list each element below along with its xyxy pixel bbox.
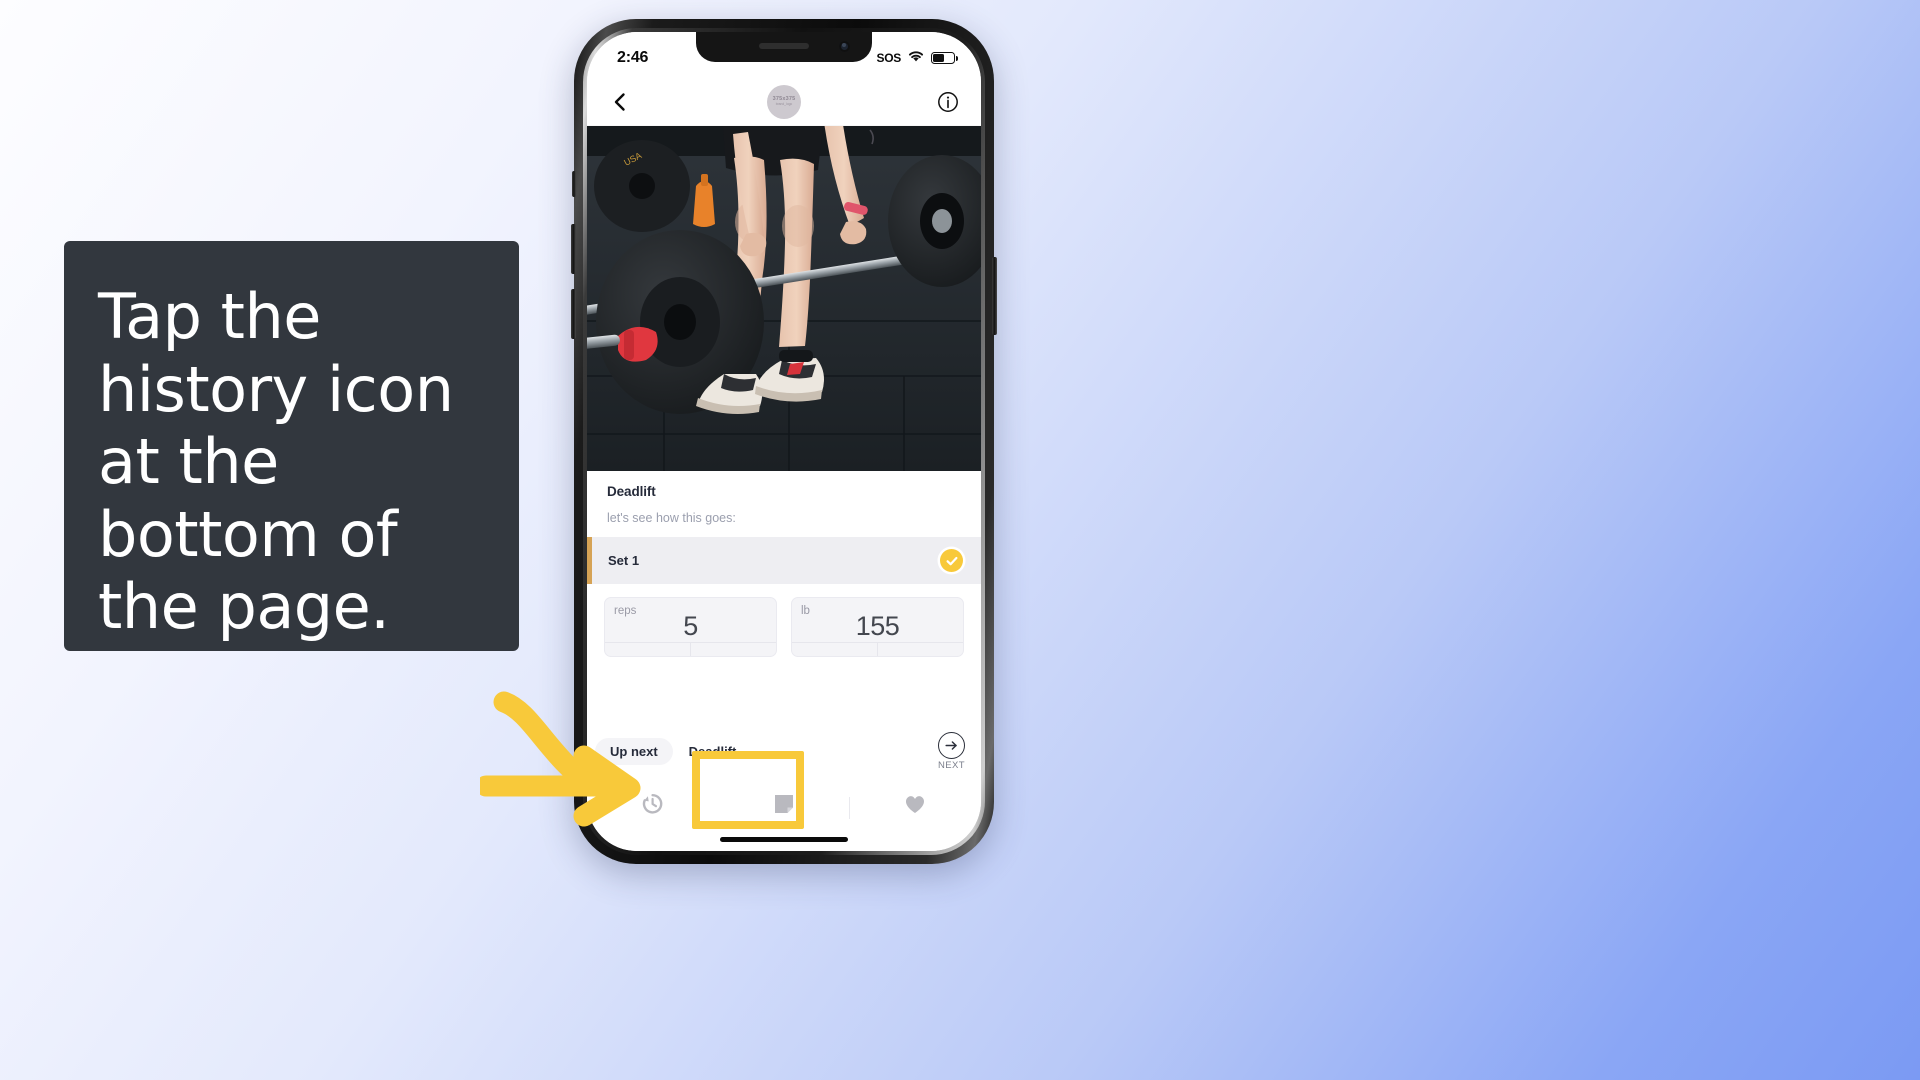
info-circle-icon[interactable] [937, 91, 959, 113]
wifi-icon [907, 49, 925, 68]
avatar-placeholder-sublabel: brand_logo [775, 102, 793, 107]
volume-down-button[interactable] [571, 289, 576, 339]
reps-input-stepper[interactable] [605, 642, 776, 656]
earpiece-speaker [759, 43, 809, 49]
volume-up-button[interactable] [571, 224, 576, 274]
front-camera-icon [839, 41, 850, 52]
heart-icon [903, 793, 927, 820]
back-chevron-icon[interactable] [609, 91, 631, 113]
tab-divider [849, 797, 851, 819]
weight-input[interactable]: lb 155 [791, 597, 964, 657]
set-row[interactable]: Set 1 [587, 537, 981, 584]
exercise-note: let's see how this goes: [607, 511, 736, 525]
check-circle-icon[interactable] [940, 549, 963, 572]
battery-icon [931, 52, 958, 64]
exercise-title: Deadlift [607, 484, 656, 499]
status-indicators: SOS [876, 49, 958, 68]
weight-input-stepper[interactable] [792, 642, 963, 656]
silent-switch-button[interactable] [572, 171, 576, 197]
tab-notes[interactable] [718, 793, 849, 820]
exercise-panel: Deadlift let's see how this goes: Set 1 … [587, 471, 981, 657]
phone-notch [696, 32, 872, 62]
tab-favorite[interactable] [850, 793, 981, 820]
exercise-hero-photo: USA [587, 126, 981, 471]
set-label: Set 1 [608, 553, 640, 568]
weight-input-value: 155 [855, 611, 900, 641]
sos-label: SOS [876, 51, 902, 65]
set-inputs-row: reps 5 lb 155 [587, 584, 981, 657]
note-icon [773, 793, 795, 820]
next-button-label: NEXT [938, 759, 965, 771]
app-navbar: 375x375 brand_logo [587, 78, 981, 126]
brand-avatar: 375x375 brand_logo [767, 84, 801, 119]
exercise-header: Deadlift [587, 471, 981, 505]
reps-input-value: 5 [683, 611, 698, 641]
battery-fill [933, 54, 944, 62]
pointer-arrow-icon [480, 691, 641, 827]
status-time: 2:46 [617, 49, 649, 66]
reps-input[interactable]: reps 5 [604, 597, 777, 657]
instruction-text: Tap the history icon at the bottom of th… [98, 280, 454, 644]
instruction-card: Tap the history icon at the bottom of th… [64, 241, 519, 651]
next-button[interactable]: NEXT [938, 731, 965, 771]
arrow-right-circle-icon [938, 731, 965, 759]
home-indicator [720, 837, 848, 842]
power-button[interactable] [992, 257, 997, 335]
